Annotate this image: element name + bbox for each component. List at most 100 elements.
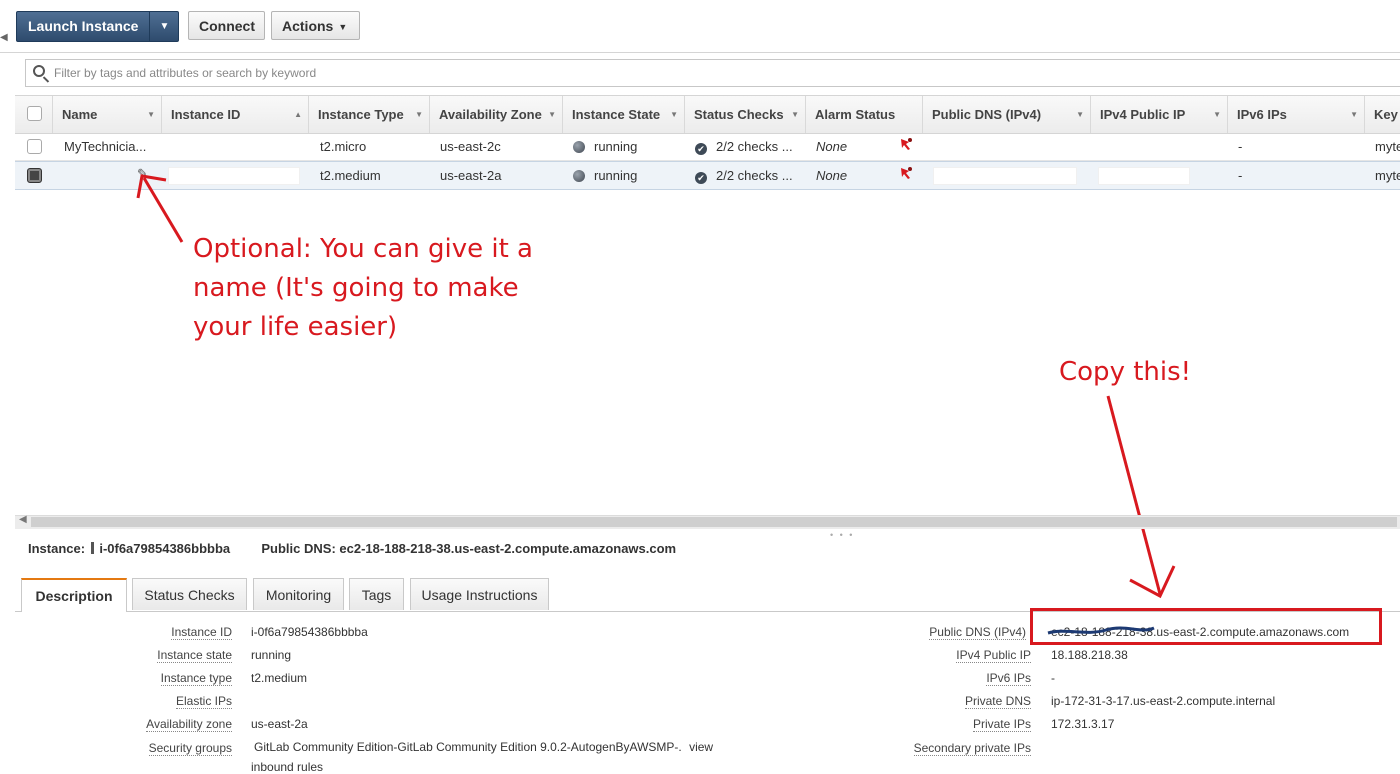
row-checkbox-checked[interactable] — [27, 168, 42, 183]
sort-icon: ▼ — [415, 110, 423, 119]
field-label-instance-type: Instance type — [160, 671, 232, 686]
launch-instance-label: Launch Instance — [28, 18, 139, 34]
panel-resize-grip-icon[interactable]: • • • — [830, 530, 854, 540]
field-value-instance-id: i-0f6a79854386bbbba — [251, 625, 368, 639]
view-link[interactable]: view — [689, 740, 713, 754]
create-alarm-icon[interactable] — [899, 162, 919, 189]
col-key-label: Key — [1374, 107, 1398, 122]
tab-description[interactable]: Description — [21, 578, 127, 612]
checkmark-icon: ✔ — [695, 143, 707, 155]
field-label-secondary-private-ips: Secondary private IPs — [913, 741, 1031, 756]
col-instance-id[interactable]: Instance ID ▲ — [162, 96, 309, 133]
scroll-left-icon[interactable]: ◀ — [19, 514, 27, 525]
col-alarm-status[interactable]: Alarm Status — [806, 96, 923, 133]
instance-state-icon — [573, 170, 585, 182]
table-row[interactable]: MyTechnicia... t2.micro us-east-2c runni… — [15, 133, 1400, 161]
row-instance-state: running — [573, 133, 683, 160]
connect-button[interactable]: Connect — [188, 11, 265, 40]
row-checks-text: 2/2 checks ... — [716, 139, 793, 154]
tab-monitoring[interactable]: Monitoring — [253, 578, 344, 610]
col-instance-state[interactable]: Instance State ▼ — [563, 96, 685, 133]
field-label-private-dns: Private DNS — [964, 694, 1031, 709]
field-label-private-ips: Private IPs — [972, 717, 1031, 732]
col-instance-type-label: Instance Type — [318, 107, 404, 122]
col-name-label: Name — [62, 107, 98, 122]
table-row-selected[interactable]: ✎ t2.medium us-east-2a running ✔ 2/2 chec… — [15, 161, 1400, 190]
row-alarm-status: None — [816, 168, 848, 183]
col-name[interactable]: Name ▼ — [53, 96, 162, 133]
row-instance-type: t2.micro — [320, 139, 367, 154]
field-value-instance-state: running — [251, 648, 292, 662]
sort-icon: ▼ — [1350, 110, 1358, 119]
col-key[interactable]: Key — [1365, 96, 1400, 133]
field-label-security-groups: Security groups — [148, 741, 232, 756]
instance-id-value: i-0f6a79854386bbbba — [99, 541, 231, 556]
row-ipv6-ips: - — [1238, 139, 1243, 154]
tab-status-checks[interactable]: Status Checks — [132, 578, 247, 610]
row-state-text: running — [594, 139, 638, 154]
row-key: myte — [1375, 168, 1400, 183]
public-dns-value: ec2-18-188-218-38.us-east-2.compute.amaz… — [339, 541, 677, 556]
field-label-ipv6-ips: IPv6 IPs — [986, 671, 1031, 686]
col-ipv6-ips-label: IPv6 IPs — [1237, 107, 1287, 122]
col-alarm-status-label: Alarm Status — [815, 107, 896, 122]
instance-label: Instance: — [28, 541, 86, 556]
field-label-instance-state: Instance state — [157, 648, 232, 663]
filter-search-box[interactable] — [25, 59, 1400, 87]
col-ipv6-ips[interactable]: IPv6 IPs ▼ — [1228, 96, 1365, 133]
details-header: Instance: i-0f6a79854386bbbba Public DNS… — [28, 541, 676, 556]
col-ipv4-public-ip[interactable]: IPv4 Public IP ▼ — [1091, 96, 1228, 133]
row-ipv4-public-ip — [1101, 133, 1221, 160]
horizontal-scrollbar[interactable]: ◀ — [15, 514, 1400, 529]
actions-button[interactable]: Actions ▼ — [271, 11, 360, 40]
row-state-text: running — [594, 168, 638, 183]
annotation-scribble — [1047, 626, 1155, 635]
field-label-availability-zone: Availability zone — [146, 717, 232, 732]
field-label-instance-id: Instance ID — [171, 625, 232, 640]
annotation-copy-this: Copy this! — [1059, 357, 1192, 387]
field-value-ipv4-public-ip: 18.188.218.38 — [1051, 648, 1128, 662]
field-value-availability-zone: us-east-2a — [251, 717, 308, 731]
collapse-arrow-icon[interactable]: ◀ — [0, 32, 8, 43]
search-input[interactable] — [54, 60, 1054, 86]
field-value-security-groups: GitLab Community Edition-GitLab Communit… — [254, 740, 713, 754]
row-checks-text: 2/2 checks ... — [716, 168, 793, 183]
search-icon — [33, 65, 45, 77]
inbound-rules-link[interactable]: inbound rules — [251, 760, 323, 774]
sort-icon: ▼ — [1213, 110, 1221, 119]
col-public-dns[interactable]: Public DNS (IPv4) ▼ — [923, 96, 1091, 133]
redacted-public-dns — [933, 167, 1077, 185]
annotation-arrow-to-name — [136, 174, 184, 243]
sort-icon: ▼ — [1076, 110, 1084, 119]
field-value-instance-type: t2.medium — [251, 671, 308, 685]
row-public-dns — [933, 133, 1083, 160]
row-status-checks[interactable]: ✔ 2/2 checks ... — [695, 133, 803, 160]
sort-icon: ▼ — [147, 110, 155, 119]
chevron-down-icon: ▼ — [338, 22, 348, 32]
row-status-checks[interactable]: ✔ 2/2 checks ... — [695, 162, 803, 189]
col-instance-id-label: Instance ID — [171, 107, 241, 122]
col-availability-zone[interactable]: Availability Zone ▼ — [430, 96, 563, 133]
tab-usage-instructions[interactable]: Usage Instructions — [410, 578, 549, 610]
scrollbar-thumb[interactable] — [31, 517, 1397, 527]
create-alarm-icon[interactable] — [899, 133, 919, 160]
security-group-name[interactable]: GitLab Community Edition-GitLab Communit… — [254, 740, 682, 754]
row-instance-type: t2.medium — [320, 168, 381, 183]
launch-instance-button[interactable]: Launch Instance ▼ — [16, 11, 180, 42]
redacted-public-ip — [1098, 167, 1190, 185]
top-toolbar: ◀ Launch Instance ▼ Connect Actions ▼ — [0, 0, 1400, 53]
row-instance-state: running — [573, 162, 683, 189]
col-status-checks[interactable]: Status Checks ▼ — [685, 96, 806, 133]
tab-tags[interactable]: Tags — [349, 578, 404, 610]
row-checkbox[interactable] — [27, 139, 42, 154]
col-status-checks-label: Status Checks — [694, 107, 784, 122]
select-all-checkbox[interactable] — [27, 106, 42, 121]
details-tabs: Description Status Checks Monitoring Tag… — [15, 578, 1400, 612]
instance-state-icon — [573, 141, 585, 153]
sort-icon: ▼ — [791, 110, 799, 119]
row-name[interactable]: MyTechnicia... — [64, 133, 159, 160]
instances-table-header: Name ▼ Instance ID ▲ Instance Type ▼ Availa… — [15, 95, 1400, 134]
select-all-header — [15, 96, 53, 133]
col-instance-type[interactable]: Instance Type ▼ — [309, 96, 430, 133]
launch-dropdown-caret-icon[interactable]: ▼ — [149, 12, 178, 41]
